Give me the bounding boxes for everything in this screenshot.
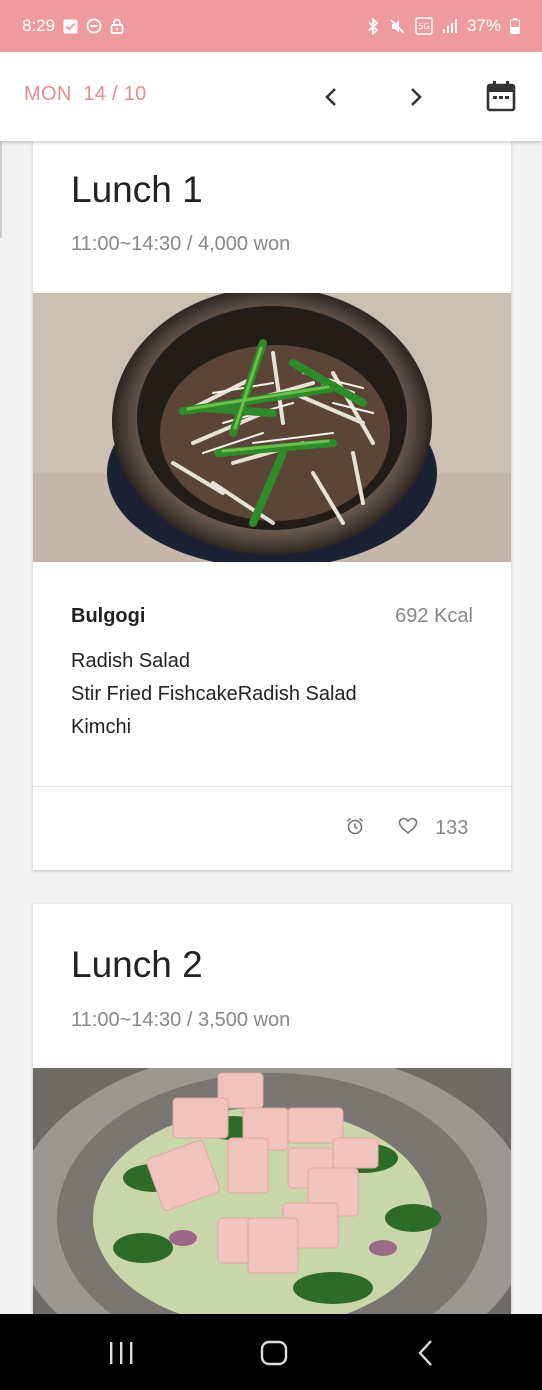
calendar-icon — [486, 81, 516, 112]
chevron-right-icon — [411, 88, 422, 106]
menu-photo[interactable] — [33, 1068, 511, 1324]
home-button[interactable] — [260, 1340, 288, 1371]
date-title: MON 14 / 10 — [24, 83, 147, 106]
menu-card[interactable]: Lunch 1 11:00~14:30 / 4,000 won Bulgogi … — [33, 141, 511, 870]
like-button[interactable] — [396, 814, 420, 838]
day-label: MON — [24, 83, 72, 105]
card-divider — [33, 786, 511, 787]
alarm-icon — [346, 817, 364, 835]
menu-title: Lunch 2 — [71, 944, 203, 985]
date-label: 14 / 10 — [83, 83, 147, 105]
checkbox-icon — [63, 19, 78, 34]
status-time: 8:29 — [22, 16, 56, 35]
back-icon — [418, 1340, 432, 1366]
home-icon — [260, 1340, 288, 1366]
back-button[interactable] — [414, 1338, 438, 1373]
5g-lte-icon: 5G — [415, 17, 433, 35]
side-dish-list: Radish Salad Stir Fried FishcakeRadish S… — [71, 645, 357, 744]
chevron-left-icon — [325, 88, 336, 106]
calendar-button[interactable] — [483, 78, 519, 114]
top-app-bar: MON 14 / 10 — [0, 52, 542, 141]
menu-photo[interactable] — [33, 293, 511, 562]
menu-hours-price: 11:00~14:30 / 4,000 won — [71, 233, 291, 255]
menu-hours-price: 11:00~14:30 / 3,500 won — [71, 1009, 291, 1031]
status-bar: 8:29 5G 37% — [0, 0, 542, 52]
side-dish-item: Kimchi — [71, 716, 132, 738]
mute-icon — [389, 18, 406, 35]
battery-icon — [510, 18, 520, 34]
recents-button[interactable] — [106, 1340, 138, 1371]
side-dish-item: Radish Salad — [71, 650, 190, 672]
heart-icon — [398, 817, 418, 835]
do-not-disturb-icon — [86, 18, 102, 34]
next-day-button[interactable] — [400, 81, 432, 113]
calorie-label: 692 Kcal — [395, 605, 473, 627]
battery-percent: 37% — [466, 16, 501, 35]
main-dish: Bulgogi — [71, 605, 146, 627]
side-dish-item: Stir Fried FishcakeRadish Salad — [71, 683, 357, 705]
recents-icon — [110, 1342, 133, 1364]
previous-day-button[interactable] — [315, 81, 347, 113]
lock-icon — [110, 18, 124, 34]
menu-title: Lunch 1 — [71, 169, 203, 210]
signal-icon — [442, 19, 458, 33]
menu-card[interactable]: Lunch 2 11:00~14:30 / 3,500 won — [33, 904, 511, 1324]
pager-edge — [0, 141, 2, 238]
like-count: 133 — [435, 817, 469, 839]
svg-text:5G: 5G — [418, 22, 429, 31]
alarm-button[interactable] — [343, 814, 367, 838]
system-nav-bar — [0, 1314, 542, 1390]
bluetooth-icon — [366, 17, 380, 35]
